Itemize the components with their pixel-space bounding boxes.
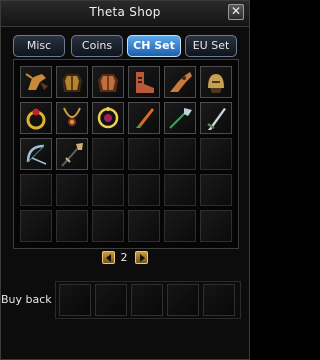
item-slot[interactable]	[92, 138, 124, 170]
tab-coins-label: Coins	[81, 39, 113, 52]
item-slot[interactable]	[128, 138, 160, 170]
tab-ch-set-label: CH Set	[133, 39, 175, 52]
item-slot[interactable]	[20, 102, 52, 134]
necklace-icon	[63, 107, 81, 126]
item-slot[interactable]	[200, 66, 232, 98]
window-title: Theta Shop	[89, 5, 161, 19]
item-slot[interactable]	[56, 174, 88, 206]
glaive-icon	[169, 108, 192, 129]
item-slot[interactable]	[56, 138, 88, 170]
item-slot[interactable]	[200, 102, 232, 134]
item-slot[interactable]	[56, 102, 88, 134]
prev-page-button[interactable]	[102, 251, 115, 264]
buyback-label: Buy back	[1, 293, 52, 306]
helmet-icon	[208, 74, 224, 93]
item-grid	[13, 59, 239, 249]
tab-coins[interactable]: Coins	[71, 35, 123, 57]
title-bar[interactable]: Theta Shop ✕	[1, 1, 249, 27]
item-slot[interactable]	[128, 66, 160, 98]
close-icon: ✕	[230, 4, 242, 18]
item-slot[interactable]	[200, 174, 232, 206]
tab-ch-set[interactable]: CH Set	[127, 35, 181, 57]
gauntlet-icon	[170, 72, 192, 92]
page-number: 2	[120, 251, 128, 264]
buyback-slot[interactable]	[167, 284, 199, 316]
item-slot[interactable]	[128, 102, 160, 134]
item-slot[interactable]	[20, 66, 52, 98]
buyback-slot[interactable]	[131, 284, 163, 316]
gauntlet-claw-icon	[25, 73, 48, 90]
spear-icon	[61, 143, 83, 167]
item-slot[interactable]	[164, 102, 196, 134]
item-slot[interactable]	[164, 174, 196, 206]
item-slot[interactable]	[92, 66, 124, 98]
tab-eu-set-label: EU Set	[192, 39, 230, 52]
item-slot[interactable]	[92, 102, 124, 134]
boots-icon	[136, 72, 154, 93]
armor-icon	[98, 74, 118, 92]
tab-eu-set[interactable]: EU Set	[185, 35, 237, 57]
item-slot[interactable]	[56, 66, 88, 98]
ring-icon	[26, 108, 46, 130]
item-slot[interactable]	[92, 174, 124, 206]
item-slot[interactable]	[200, 210, 232, 242]
item-slot[interactable]	[20, 138, 52, 170]
item-slot[interactable]	[92, 210, 124, 242]
earring-icon	[97, 107, 119, 129]
close-button[interactable]: ✕	[228, 4, 244, 20]
item-slot[interactable]	[128, 174, 160, 206]
item-slot[interactable]	[20, 210, 52, 242]
item-slot[interactable]	[164, 210, 196, 242]
buyback-slot[interactable]	[95, 284, 127, 316]
bow-icon	[26, 144, 47, 165]
blade-icon	[136, 108, 154, 128]
tab-misc-label: Misc	[26, 39, 52, 52]
armor-icon	[62, 74, 82, 92]
sword-icon	[207, 108, 226, 130]
item-slot[interactable]	[56, 210, 88, 242]
right-arrow-icon	[140, 254, 145, 262]
item-slot[interactable]	[200, 138, 232, 170]
item-slot[interactable]	[20, 174, 52, 206]
item-slot[interactable]	[128, 210, 160, 242]
item-slot[interactable]	[164, 66, 196, 98]
left-arrow-icon	[106, 254, 111, 262]
next-page-button[interactable]	[135, 251, 148, 264]
buyback-slot[interactable]	[203, 284, 235, 316]
buyback-slot[interactable]	[59, 284, 91, 316]
tab-misc[interactable]: Misc	[13, 35, 65, 57]
item-slot[interactable]	[164, 138, 196, 170]
theta-shop-window: Theta Shop ✕ Misc Coins CH Set EU Set 2 …	[0, 0, 250, 360]
